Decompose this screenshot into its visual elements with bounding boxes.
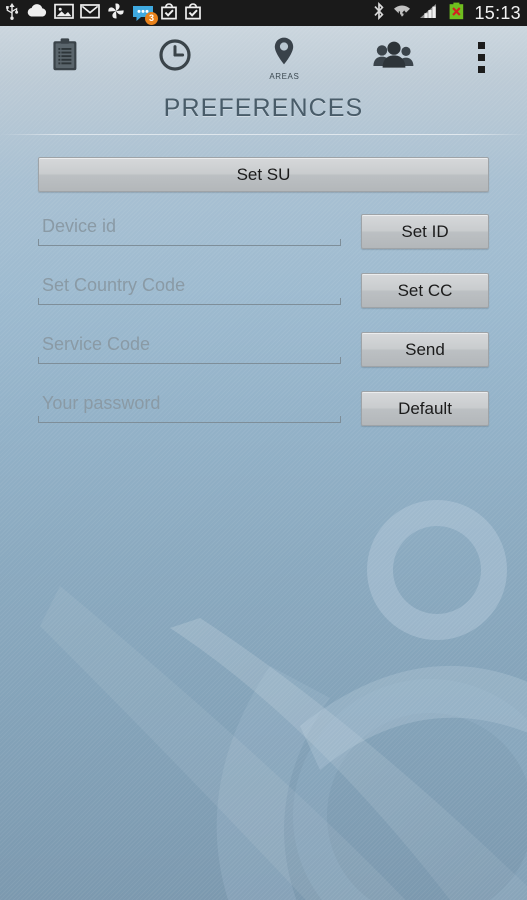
form-row-password: Default bbox=[38, 388, 489, 428]
set-id-button[interactable]: Set ID bbox=[361, 213, 489, 249]
clock-icon bbox=[158, 38, 192, 77]
set-su-button[interactable]: Set SU bbox=[38, 157, 489, 192]
service-code-input[interactable] bbox=[38, 329, 341, 362]
action-clock-button[interactable] bbox=[120, 28, 230, 88]
action-clipboard-button[interactable] bbox=[10, 28, 120, 88]
people-group-icon bbox=[372, 40, 416, 75]
form-row-service-code: Send bbox=[38, 329, 489, 369]
status-bar-clock: 15:13 bbox=[474, 2, 521, 23]
chat-badge-count: 3 bbox=[145, 12, 158, 25]
password-field bbox=[38, 388, 341, 428]
action-bar: AREAS bbox=[0, 26, 527, 90]
device-id-field bbox=[38, 211, 341, 251]
country-code-field bbox=[38, 270, 341, 310]
service-code-field bbox=[38, 329, 341, 369]
bluetooth-icon bbox=[373, 1, 385, 25]
status-bar: 3 15:13 bbox=[0, 0, 527, 26]
country-code-input[interactable] bbox=[38, 270, 341, 303]
wifi-icon bbox=[392, 2, 412, 25]
action-areas-button[interactable]: AREAS bbox=[230, 28, 340, 88]
gmail-icon bbox=[80, 2, 100, 25]
clipboard-icon bbox=[50, 37, 80, 78]
app-screen: 3 15:13 AREAS PREFERENCES Set SU Device … bbox=[0, 0, 527, 900]
overflow-menu-icon bbox=[477, 42, 485, 73]
signal-bars-icon bbox=[419, 2, 441, 25]
gallery-image-icon bbox=[54, 2, 74, 25]
send-button[interactable]: Send bbox=[361, 331, 489, 367]
status-bar-left-icons: 3 bbox=[4, 2, 373, 25]
preferences-form: Set SU Set ID Set CC Send bbox=[0, 135, 527, 428]
chat-bubble-icon: 3 bbox=[132, 4, 158, 25]
title-section: PREFERENCES bbox=[0, 90, 527, 135]
default-button[interactable]: Default bbox=[361, 390, 489, 426]
play-store-bag-icon bbox=[160, 2, 178, 25]
form-row-country-code: Set CC bbox=[38, 270, 489, 310]
device-id-input[interactable] bbox=[38, 211, 341, 244]
location-pin-icon bbox=[272, 36, 296, 71]
overflow-menu-button[interactable] bbox=[449, 28, 513, 88]
battery-error-icon bbox=[448, 2, 465, 25]
action-people-button[interactable] bbox=[339, 28, 449, 88]
usb-icon bbox=[4, 2, 20, 25]
action-areas-label: AREAS bbox=[269, 71, 300, 81]
pinwheel-photos-icon bbox=[106, 2, 126, 25]
status-bar-right-icons: 15:13 bbox=[373, 1, 521, 25]
cloud-upload-icon bbox=[26, 2, 48, 24]
password-input[interactable] bbox=[38, 388, 341, 421]
set-cc-button[interactable]: Set CC bbox=[361, 272, 489, 308]
page-title: PREFERENCES bbox=[163, 94, 364, 122]
form-row-device-id: Set ID bbox=[38, 211, 489, 251]
play-store-bag-icon-2 bbox=[184, 2, 202, 25]
